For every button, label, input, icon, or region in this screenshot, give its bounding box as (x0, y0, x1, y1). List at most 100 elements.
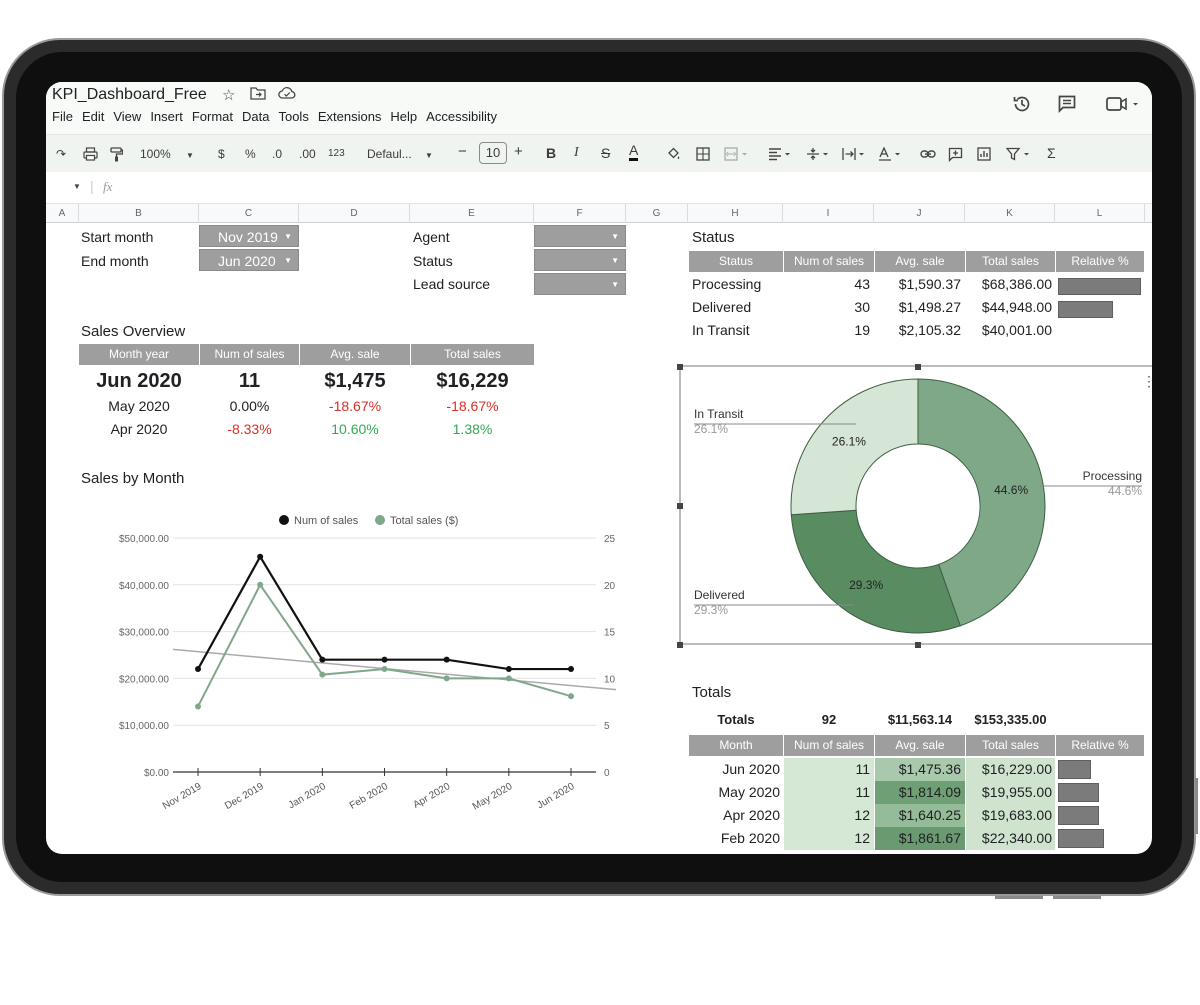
menu-edit[interactable]: Edit (82, 109, 104, 124)
decrease-decimal-button[interactable]: .0 (272, 147, 282, 161)
cloud-status-icon[interactable] (278, 86, 296, 104)
menu-file[interactable]: File (52, 109, 73, 124)
data-point[interactable] (257, 581, 264, 588)
column-header[interactable]: I (783, 204, 874, 223)
status-row-total: $40,001.00 (981, 322, 1052, 338)
column-header[interactable]: J (874, 204, 965, 223)
move-folder-icon[interactable] (250, 86, 266, 104)
bold-button[interactable]: B (546, 145, 556, 161)
redo-icon[interactable]: ↷ (56, 147, 66, 161)
document-title[interactable]: KPI_Dashboard_Free (52, 86, 207, 104)
resize-handle[interactable] (677, 503, 683, 509)
strikethrough-button[interactable]: S (601, 145, 610, 161)
data-point[interactable] (443, 656, 450, 663)
align-left-icon[interactable] (768, 147, 794, 164)
series-line[interactable] (197, 554, 571, 671)
series-line[interactable] (197, 582, 572, 707)
totals-header-avg: Avg. sale (875, 735, 965, 756)
text-rotation-icon[interactable] (878, 146, 904, 164)
column-header[interactable]: G (626, 204, 688, 223)
overview-row-month: May 2020 (108, 398, 170, 414)
menu-tools[interactable]: Tools (278, 109, 308, 124)
menu-insert[interactable]: Insert (150, 109, 183, 124)
chevron-down-icon: ▼ (425, 151, 433, 160)
end-month-dropdown[interactable]: Jun 2020 ▼ (199, 249, 299, 271)
data-point[interactable] (568, 693, 574, 700)
vertical-align-icon[interactable] (806, 147, 832, 164)
spreadsheet-screen: KPI_Dashboard_Free ☆ File Edit View Inse… (46, 82, 1152, 854)
resize-handle[interactable] (677, 642, 683, 648)
column-header[interactable]: D (299, 204, 410, 223)
data-point[interactable] (319, 671, 326, 678)
data-point[interactable] (505, 666, 512, 673)
column-header[interactable]: H (688, 204, 783, 223)
y-left-tick-label: $30,000.00 (119, 628, 169, 639)
name-box-chevron-icon[interactable]: ▼ (73, 182, 81, 191)
data-point[interactable] (443, 675, 450, 682)
column-header[interactable]: C (199, 204, 299, 223)
currency-format-button[interactable]: $ (218, 147, 225, 161)
overview-main-num: 11 (238, 370, 261, 392)
insert-chart-icon[interactable] (977, 147, 991, 164)
resize-handle[interactable] (915, 364, 921, 370)
comments-icon[interactable] (1057, 94, 1077, 120)
lead-source-dropdown[interactable]: ▼ (534, 273, 626, 295)
print-icon[interactable] (83, 147, 98, 164)
data-point[interactable] (195, 703, 201, 710)
italic-button[interactable]: I (574, 145, 579, 161)
meet-icon[interactable] (1105, 94, 1139, 120)
insert-comment-icon[interactable] (948, 147, 963, 165)
data-point[interactable] (568, 666, 574, 673)
column-header[interactable]: E (410, 204, 534, 223)
menu-help[interactable]: Help (390, 109, 417, 124)
star-icon[interactable]: ☆ (222, 86, 235, 104)
menu-view[interactable]: View (113, 109, 141, 124)
fill-color-icon[interactable] (666, 147, 681, 165)
merge-cells-icon[interactable] (724, 147, 750, 164)
font-size-input[interactable]: 10 (479, 142, 507, 164)
increase-decimal-button[interactable]: .00 (299, 147, 316, 161)
column-header[interactable]: L (1055, 204, 1145, 223)
data-point[interactable] (505, 675, 512, 682)
column-header[interactable]: B (79, 204, 199, 223)
increase-font-size-button[interactable]: + (514, 143, 523, 160)
zoom-select[interactable]: 100% ▼ (140, 147, 194, 161)
text-wrap-icon[interactable] (842, 147, 868, 164)
status-dropdown[interactable]: ▼ (534, 249, 626, 271)
column-header[interactable]: K (965, 204, 1055, 223)
data-point[interactable] (257, 553, 264, 560)
menu-accessibility[interactable]: Accessibility (426, 109, 497, 124)
version-history-icon[interactable] (1012, 94, 1032, 120)
sales-by-month-chart[interactable]: $0.00 0 $10,000.00 5 $20,000.00 10 $30,000.00 1… (76, 502, 636, 822)
donut-slice[interactable] (790, 509, 961, 634)
text-color-button[interactable]: A (629, 143, 639, 161)
column-header[interactable]: F (534, 204, 626, 223)
paint-format-icon[interactable] (110, 147, 124, 165)
borders-icon[interactable] (696, 147, 710, 164)
data-point[interactable] (195, 666, 201, 673)
filter-icon[interactable] (1005, 147, 1034, 164)
menu-format[interactable]: Format (192, 109, 233, 124)
totals-summary-total: $153,335.00 (974, 712, 1047, 727)
data-point[interactable] (381, 666, 388, 673)
chart-menu-icon[interactable]: ⋮ (1142, 373, 1152, 389)
resize-handle[interactable] (677, 364, 683, 370)
menu-extensions[interactable]: Extensions (318, 109, 382, 124)
resize-handle[interactable] (915, 642, 921, 648)
data-point[interactable] (319, 656, 326, 663)
data-point[interactable] (381, 656, 388, 663)
percent-format-button[interactable]: % (245, 147, 256, 161)
totals-summary-num: 92 (821, 712, 837, 727)
start-month-dropdown[interactable]: Nov 2019 ▼ (199, 225, 299, 247)
font-select[interactable]: Defaul... ▼ (367, 147, 433, 161)
insert-link-icon[interactable] (920, 147, 936, 164)
functions-button[interactable]: Σ (1047, 145, 1056, 161)
agent-dropdown[interactable]: ▼ (534, 225, 626, 247)
totals-row-relative-bar (1058, 783, 1099, 802)
status-donut-chart[interactable]: ⋮44.6%29.3%26.1%In Transit26.1%Delivered… (676, 364, 1152, 648)
menu-data[interactable]: Data (242, 109, 269, 124)
number-format-button[interactable]: 123 (328, 148, 345, 159)
column-header[interactable]: A (46, 204, 79, 223)
overview-main-month: Jun 2020 (96, 370, 182, 392)
decrease-font-size-button[interactable]: − (458, 143, 467, 160)
